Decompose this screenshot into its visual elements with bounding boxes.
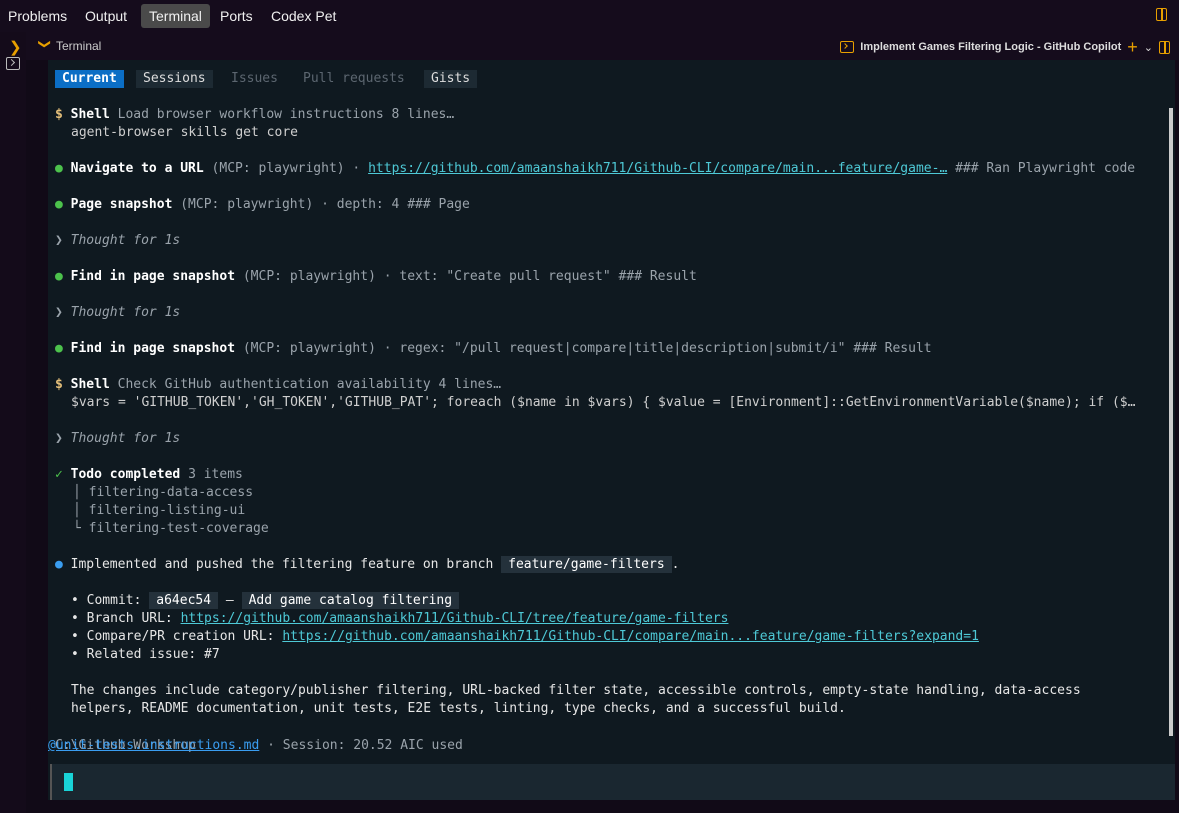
chevron-right-icon[interactable]: ❯ (9, 38, 22, 56)
summary-paragraph-1: The changes include category/publisher f… (71, 683, 1081, 698)
tree-branch-icon: │ (73, 503, 81, 518)
log-thought-2[interactable]: ❯ Thought for 1s (55, 304, 180, 322)
status-dot-icon: ● (55, 197, 63, 212)
compare-url-line: • Compare/PR creation URL: https://githu… (71, 629, 979, 644)
todo-item: │ filtering-listing-ui (73, 503, 246, 518)
tab-terminal[interactable]: Terminal (141, 4, 210, 28)
split-terminal-icon[interactable] (1159, 40, 1170, 54)
toggle-panel-icon[interactable] (1156, 8, 1167, 21)
commit-hash-chip: a64ec54 (149, 592, 219, 609)
session-title[interactable]: Implement Games Filtering Logic - GitHub… (860, 41, 1121, 53)
log-shell-1: $ Shell Load browser workflow instructio… (55, 107, 455, 122)
subtab-pull-requests[interactable]: Pull requests (296, 70, 412, 88)
tab-output[interactable]: Output (77, 4, 135, 28)
branch-url-line: • Branch URL: https://github.com/amaansh… (71, 611, 729, 626)
navigate-url-link[interactable]: https://github.com/amaanshaikh711/Github… (368, 161, 947, 176)
branch-url-link[interactable]: https://github.com/amaanshaikh711/Github… (181, 611, 729, 626)
shell-icon: $ (55, 107, 63, 122)
check-icon: ✓ (55, 467, 63, 482)
log-page-snapshot: ● Page snapshot (MCP: playwright) · dept… (55, 197, 470, 212)
new-terminal-icon[interactable]: + (1127, 38, 1138, 56)
subtab-issues[interactable]: Issues (224, 70, 285, 88)
instructions-file-link[interactable]: @unit-tests.instructions.md (48, 738, 259, 753)
branch-chip: feature/game-filters (501, 556, 672, 573)
tree-end-icon: └ (73, 521, 81, 536)
related-issue-line: • Related issue: #7 (71, 647, 220, 662)
tab-problems[interactable]: Problems (0, 4, 75, 28)
log-find-1: ● Find in page snapshot (MCP: playwright… (55, 269, 697, 284)
terminal-session-icon (840, 41, 855, 53)
session-status: @unit-tests.instructions.md · Session: 2… (48, 738, 463, 753)
terminal-actions: Implement Games Filtering Logic - GitHub… (840, 38, 1170, 56)
log-shell-2-cmd: $vars = 'GITHUB_TOKEN','GH_TOKEN','GITHU… (71, 395, 1136, 410)
todo-item: │ filtering-data-access (73, 485, 254, 500)
log-find-2: ● Find in page snapshot (MCP: playwright… (55, 341, 932, 356)
chevron-right-icon: ❯ (55, 233, 63, 248)
todo-item: └ filtering-test-coverage (73, 521, 269, 536)
terminal-dropdown-icon[interactable]: ⌄ (1144, 41, 1153, 54)
status-dot-icon: ● (55, 341, 63, 356)
commit-line: • Commit: a64ec54 — Add game catalog fil… (71, 592, 460, 610)
chevron-right-icon: ❯ (55, 305, 63, 320)
panel-tab-bar: Problems Output Terminal Ports Codex Pet (0, 0, 1179, 32)
log-shell-1-cmd: agent-browser skills get core (71, 125, 298, 140)
info-dot-icon: ● (55, 557, 63, 572)
status-dot-icon: ● (55, 269, 63, 284)
text-cursor (64, 773, 73, 791)
compare-url-link[interactable]: https://github.com/amaanshaikh711/Github… (282, 629, 979, 644)
summary-paragraph-2: helpers, README documentation, unit test… (71, 701, 846, 716)
subtab-current[interactable]: Current (55, 70, 124, 88)
log-todo: ✓ Todo completed 3 items (55, 467, 243, 482)
cropped-footer-text (62, 806, 1162, 813)
terminal-header: ❯ Terminal Implement Games Filtering Log… (26, 32, 1179, 60)
log-shell-2: $ Shell Check GitHub authentication avai… (55, 377, 502, 392)
log-thought-3[interactable]: ❯ Thought for 1s (55, 430, 180, 448)
shell-icon: $ (55, 377, 63, 392)
log-summary: ● Implemented and pushed the filtering f… (55, 556, 680, 573)
chevron-right-icon: ❯ (55, 431, 63, 446)
terminal-icon[interactable] (6, 57, 20, 70)
activity-strip: ❯ (0, 32, 26, 813)
subtab-gists[interactable]: Gists (424, 70, 478, 88)
log-navigate: ● Navigate to a URL (MCP: playwright) · … (55, 161, 1136, 176)
subtab-sessions[interactable]: Sessions (136, 70, 213, 88)
log-thought-1[interactable]: ❯ Thought for 1s (55, 232, 180, 250)
commit-message-chip: Add game catalog filtering (241, 592, 460, 609)
terminal-section-label: Terminal (56, 39, 102, 53)
prompt-input[interactable] (50, 764, 1175, 800)
terminal-body[interactable]: Current Sessions Issues Pull requests Gi… (48, 60, 1175, 800)
terminal-scrollbar[interactable] (1169, 108, 1173, 736)
tab-codex-pet[interactable]: Codex Pet (263, 4, 344, 28)
tree-branch-icon: │ (73, 485, 81, 500)
status-dot-icon: ● (55, 161, 63, 176)
tab-ports[interactable]: Ports (212, 4, 261, 28)
chevron-down-icon[interactable]: ❯ (38, 39, 52, 49)
